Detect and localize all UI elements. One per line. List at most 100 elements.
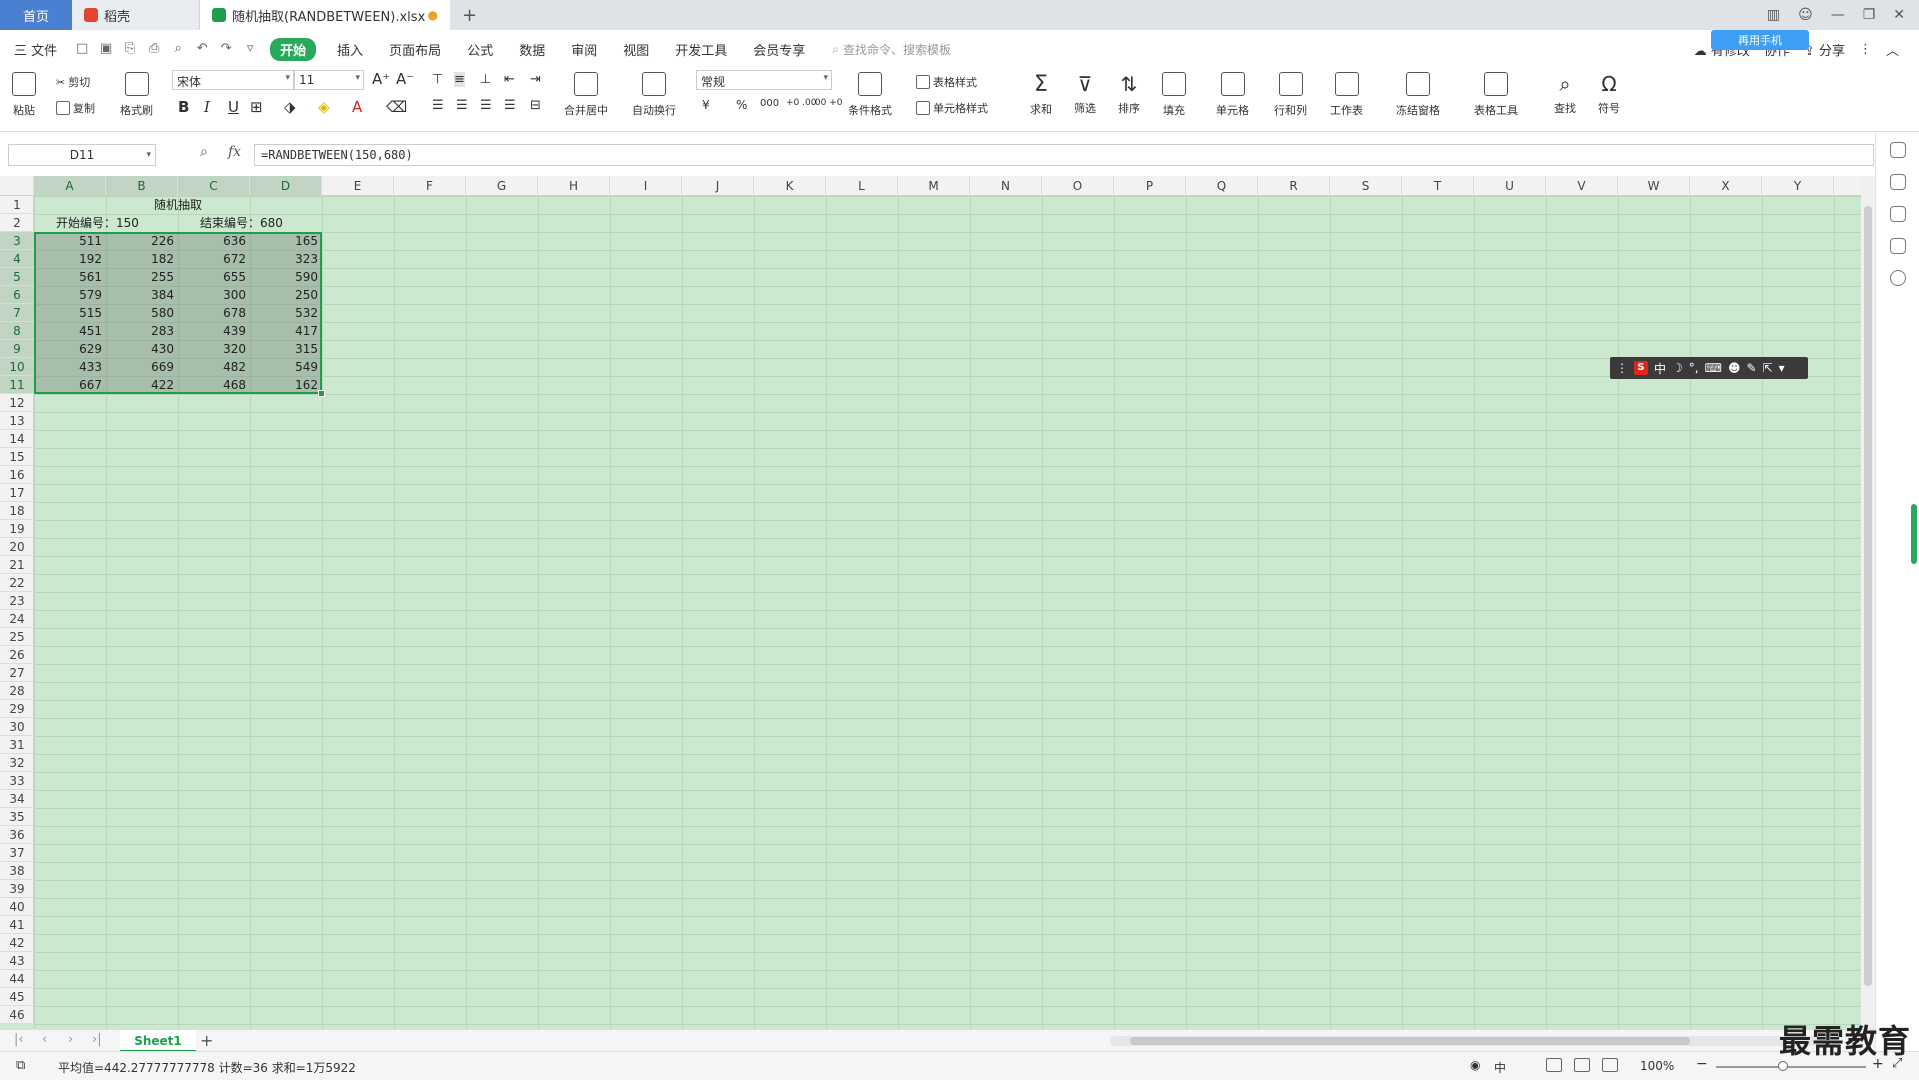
row-header-29[interactable]: 29 xyxy=(0,700,34,718)
menu-view[interactable]: 视图 xyxy=(623,40,649,59)
zoom-slider[interactable] xyxy=(1716,1066,1866,1068)
column-header-s[interactable]: S xyxy=(1330,176,1402,196)
page-break-view-icon[interactable] xyxy=(1602,1058,1618,1072)
expand-icon[interactable]: ⇱ xyxy=(1763,361,1773,375)
cell-b3[interactable]: 226 xyxy=(106,232,178,250)
cell-c9[interactable]: 320 xyxy=(178,340,250,358)
column-header-m[interactable]: M xyxy=(898,176,970,196)
justify-icon[interactable]: ☰ xyxy=(504,98,516,113)
row-header-17[interactable]: 17 xyxy=(0,484,34,502)
moon-icon[interactable]: ☽ xyxy=(1672,361,1683,375)
help-icon[interactable] xyxy=(1890,270,1906,286)
tab-home[interactable]: 首页 xyxy=(0,0,72,30)
row-header-20[interactable]: 20 xyxy=(0,538,34,556)
row-header-38[interactable]: 38 xyxy=(0,862,34,880)
row-header-44[interactable]: 44 xyxy=(0,970,34,988)
cell-b11[interactable]: 422 xyxy=(106,376,178,394)
cell-a3[interactable]: 511 xyxy=(34,232,106,250)
zoom-slider-knob[interactable] xyxy=(1778,1061,1788,1071)
column-header-y[interactable]: Y xyxy=(1762,176,1834,196)
row-header-5[interactable]: 5 xyxy=(0,268,34,286)
cell-c8[interactable]: 439 xyxy=(178,322,250,340)
cell-c5[interactable]: 655 xyxy=(178,268,250,286)
undo-icon[interactable]: ↶ xyxy=(195,42,209,56)
column-header-u[interactable]: U xyxy=(1474,176,1546,196)
preview-icon[interactable]: ⌕ xyxy=(171,42,185,56)
conditional-format-button[interactable]: 条件格式 xyxy=(848,72,892,118)
zoom-formula-icon[interactable]: ⌕ xyxy=(200,144,208,160)
paste-button[interactable]: 粘贴 xyxy=(12,72,36,118)
layout-icon[interactable]: ▥ xyxy=(1767,7,1780,23)
row-header-1[interactable]: 1 xyxy=(0,196,34,214)
cell-a5[interactable]: 561 xyxy=(34,268,106,286)
vertical-scrollbar[interactable] xyxy=(1861,176,1875,1029)
filter-button[interactable]: ⊽ 筛选 xyxy=(1074,72,1096,116)
column-header-h[interactable]: H xyxy=(538,176,610,196)
align-center-icon[interactable]: ☰ xyxy=(456,98,468,113)
column-header-g[interactable]: G xyxy=(466,176,538,196)
wrap-text-button[interactable]: 自动换行 xyxy=(632,72,676,118)
cell-c6[interactable]: 300 xyxy=(178,286,250,304)
tab-daoke[interactable]: 稻壳 xyxy=(72,0,200,30)
fill-color-icon[interactable]: ◈ xyxy=(318,98,330,116)
column-header-d[interactable]: D xyxy=(250,176,322,196)
cell-b10[interactable]: 669 xyxy=(106,358,178,376)
next-sheet-icon[interactable]: › xyxy=(68,1032,73,1047)
column-header-a[interactable]: A xyxy=(34,176,106,196)
ime-menu-icon[interactable]: ▾ xyxy=(1779,361,1785,375)
row-header-34[interactable]: 34 xyxy=(0,790,34,808)
settings-slider-icon[interactable] xyxy=(1890,206,1906,222)
new-tab-button[interactable]: + xyxy=(450,0,489,30)
cursor-icon[interactable] xyxy=(1890,174,1906,190)
row-header-33[interactable]: 33 xyxy=(0,772,34,790)
freeze-panes-button[interactable]: 冻结窗格 xyxy=(1396,72,1440,118)
menu-insert[interactable]: 插入 xyxy=(337,40,363,59)
start-number-cell[interactable]: 开始编号：150 xyxy=(56,214,139,232)
worksheet-button[interactable]: 工作表 xyxy=(1330,72,1363,118)
row-header-8[interactable]: 8 xyxy=(0,322,34,340)
page-layout-view-icon[interactable] xyxy=(1574,1058,1590,1072)
column-header-p[interactable]: P xyxy=(1114,176,1186,196)
column-header-b[interactable]: B xyxy=(106,176,178,196)
column-header-w[interactable]: W xyxy=(1618,176,1690,196)
phone-badge[interactable]: 再用手机 xyxy=(1711,30,1809,50)
vertical-scroll-thumb[interactable] xyxy=(1864,206,1872,986)
row-header-16[interactable]: 16 xyxy=(0,466,34,484)
column-header-t[interactable]: T xyxy=(1402,176,1474,196)
cell-style-button[interactable]: 单元格样式 xyxy=(916,100,988,116)
row-header-10[interactable]: 10 xyxy=(0,358,34,376)
wrench-icon[interactable]: ✎ xyxy=(1746,361,1756,375)
decrease-decimal-icon[interactable]: .00 +0 xyxy=(812,98,842,108)
menu-data[interactable]: 数据 xyxy=(519,40,545,59)
prev-sheet-icon[interactable]: ‹ xyxy=(42,1032,47,1047)
copy-button[interactable]: 复制 xyxy=(56,100,95,116)
menu-formulas[interactable]: 公式 xyxy=(467,40,493,59)
user-icon[interactable]: ☻ xyxy=(1728,361,1741,375)
cell-d6[interactable]: 250 xyxy=(250,286,322,304)
find-button[interactable]: ⌕ 查找 xyxy=(1554,72,1576,116)
cell-a9[interactable]: 629 xyxy=(34,340,106,358)
row-header-27[interactable]: 27 xyxy=(0,664,34,682)
row-header-30[interactable]: 30 xyxy=(0,718,34,736)
first-sheet-icon[interactable]: |‹ xyxy=(14,1032,24,1047)
italic-icon[interactable]: I xyxy=(204,98,210,116)
row-header-40[interactable]: 40 xyxy=(0,898,34,916)
column-header-j[interactable]: J xyxy=(682,176,754,196)
save-icon[interactable]: ▣ xyxy=(99,42,113,56)
cell-b5[interactable]: 255 xyxy=(106,268,178,286)
row-header-4[interactable]: 4 xyxy=(0,250,34,268)
cell-c10[interactable]: 482 xyxy=(178,358,250,376)
file-menu[interactable]: 三 文件 xyxy=(14,40,57,59)
cell-b9[interactable]: 430 xyxy=(106,340,178,358)
new-doc-icon[interactable]: □ xyxy=(75,42,89,56)
command-search[interactable]: ⌕ 查找命令、搜索模板 xyxy=(832,41,951,58)
align-bottom-icon[interactable]: ⊥ xyxy=(480,72,491,87)
horizontal-scroll-thumb[interactable] xyxy=(1130,1037,1690,1045)
collapse-ribbon-icon[interactable]: ︿ xyxy=(1886,40,1899,59)
row-col-button[interactable]: 行和列 xyxy=(1274,72,1307,118)
row-header-35[interactable]: 35 xyxy=(0,808,34,826)
border-icon[interactable]: ⊞ xyxy=(250,98,263,116)
symbol-button[interactable]: Ω 符号 xyxy=(1598,72,1620,116)
column-header-o[interactable]: O xyxy=(1042,176,1114,196)
indent-less-icon[interactable]: ⇤ xyxy=(504,72,515,87)
